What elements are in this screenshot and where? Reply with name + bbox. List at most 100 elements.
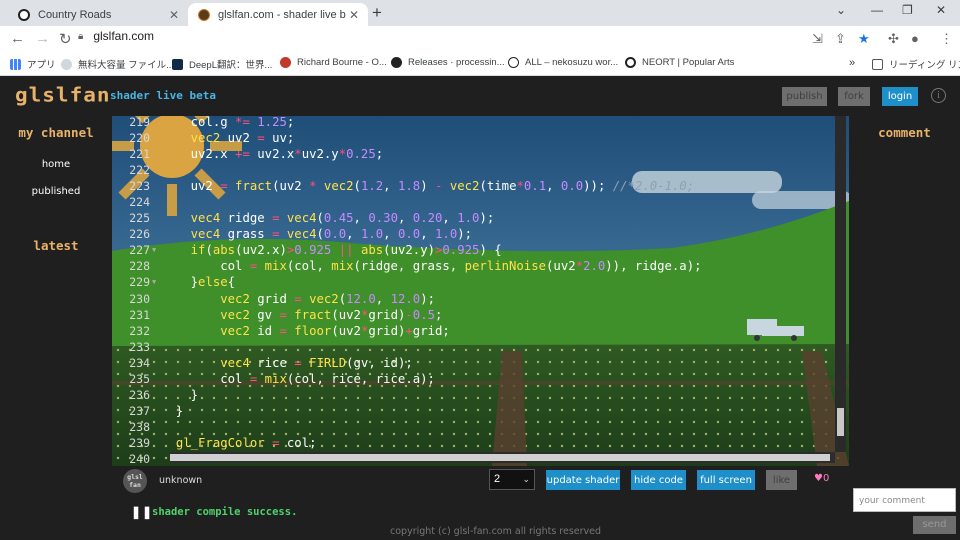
code-line[interactable]: 221 uv2.x += uv2.x*uv2.y*0.25; bbox=[112, 146, 834, 162]
site-icon bbox=[280, 57, 291, 68]
code-line[interactable]: 232 vec2 id = floor(uv2*grid)+grid; bbox=[112, 323, 834, 339]
info-icon[interactable]: i bbox=[931, 88, 946, 103]
code-line[interactable]: 229 ▼ }else{ bbox=[112, 274, 834, 290]
editor-horizontal-scrollbar[interactable] bbox=[170, 452, 835, 463]
maximize-button[interactable]: ❐ bbox=[902, 3, 913, 17]
line-number: 225 bbox=[129, 211, 150, 226]
code-line[interactable]: 239 gl_FragColor = col; bbox=[112, 435, 834, 451]
tab-strip: Country Roads ✕ glslfan.com - shader liv… bbox=[0, 0, 960, 26]
profile-icon[interactable]: ● bbox=[911, 31, 919, 46]
code-line[interactable]: 230 vec2 grid = vec2(12.0, 12.0); bbox=[112, 291, 834, 307]
share-icon[interactable]: ⇪ bbox=[835, 31, 846, 47]
line-number: 222 bbox=[129, 163, 150, 178]
hide-code-button[interactable]: hide code bbox=[631, 470, 686, 490]
code-line[interactable]: 219 col.g *= 1.25; bbox=[112, 116, 834, 130]
github-icon bbox=[391, 57, 402, 68]
code-text: } bbox=[161, 403, 184, 418]
copyright: copyright (c) glsl-fan.com all rights re… bbox=[390, 526, 602, 537]
bookmark-releases[interactable]: Releases · processin... bbox=[391, 57, 505, 68]
tab-search-icon[interactable]: ⌄ bbox=[836, 3, 846, 17]
shader-editor[interactable]: 219 col.g *= 1.25; 220 vec2 uv2 = uv; 221 … bbox=[112, 116, 849, 466]
code-line[interactable]: 220 vec2 uv2 = uv; bbox=[112, 130, 834, 146]
bookmark-file[interactable]: 無料大容量 ファイル... bbox=[61, 57, 174, 71]
site-logo[interactable]: glslfan bbox=[15, 84, 111, 107]
menu-icon[interactable]: ⋮ bbox=[940, 31, 953, 47]
avatar[interactable]: glsl fan bbox=[123, 469, 147, 493]
window-close-button[interactable]: ✕ bbox=[936, 3, 946, 17]
forward-icon[interactable]: → bbox=[35, 30, 50, 47]
code-line[interactable]: 226 vec4 grass = vec4(0.0, 1.0, 0.0, 1.0… bbox=[112, 226, 834, 242]
bookmarks-more-button[interactable]: » bbox=[849, 57, 855, 69]
bookmark-apps[interactable]: アプリ bbox=[10, 57, 56, 71]
latest-heading[interactable]: latest bbox=[0, 238, 112, 253]
tab-glslfan[interactable]: glslfan.com - shader live beta ✕ bbox=[188, 3, 368, 26]
code-line[interactable]: 238 bbox=[112, 419, 834, 435]
home-link[interactable]: home bbox=[0, 159, 112, 170]
update-shader-button[interactable]: update shader bbox=[546, 470, 620, 490]
reload-icon[interactable]: ↻ bbox=[59, 30, 72, 48]
select-value: 2 bbox=[494, 473, 501, 485]
code-line[interactable]: 225 vec4 ridge = vec4(0.45, 0.30, 0.20, … bbox=[112, 210, 834, 226]
line-number: 229 bbox=[129, 275, 150, 290]
line-number: 220 bbox=[129, 131, 150, 146]
code-line[interactable]: 234 vec4 rice = FIRLD(gv, id); bbox=[112, 355, 834, 371]
line-number: 221 bbox=[129, 147, 150, 162]
author-name[interactable]: unknown bbox=[159, 475, 202, 486]
extensions-icon[interactable]: ✣ bbox=[888, 31, 899, 47]
bookmark-label: アプリ bbox=[27, 60, 56, 71]
editor-vertical-scrollbar[interactable] bbox=[835, 116, 846, 452]
resolution-select[interactable]: 2 ⌄ bbox=[489, 469, 535, 490]
code-line[interactable]: 237 } bbox=[112, 403, 834, 419]
login-button[interactable]: login bbox=[882, 87, 918, 106]
new-tab-button[interactable]: + bbox=[372, 3, 382, 23]
code-line[interactable]: 228 col = mix(col, mix(ridge, grass, per… bbox=[112, 258, 834, 274]
lock-icon: 🔒︎ bbox=[78, 30, 84, 42]
bookmark-deepl[interactable]: DeepL翻訳：世界... bbox=[172, 57, 272, 71]
like-button[interactable]: like bbox=[766, 470, 797, 490]
code-line[interactable]: 235 col = mix(col, rice, rice.a); bbox=[112, 371, 834, 387]
full-screen-button[interactable]: full screen bbox=[697, 470, 755, 490]
code-area[interactable]: 219 col.g *= 1.25; 220 vec2 uv2 = uv; 221 … bbox=[112, 116, 834, 466]
code-line[interactable]: 233 bbox=[112, 339, 834, 355]
published-link[interactable]: published bbox=[0, 186, 112, 197]
fold-arrow-icon[interactable]: ▼ bbox=[152, 242, 156, 258]
bookmarks-bar: アプリ 無料大容量 ファイル... DeepL翻訳：世界... Richard … bbox=[0, 53, 960, 76]
line-number: 234 bbox=[129, 355, 150, 370]
glslfan-page: glslfan shader live beta publish fork lo… bbox=[0, 77, 960, 540]
code-text: vec2 gv = fract(uv2*grid)-0.5; bbox=[220, 307, 443, 322]
code-text: vec2 grid = vec2(12.0, 12.0); bbox=[220, 291, 435, 306]
scroll-thumb[interactable] bbox=[837, 408, 844, 436]
bookmark-richard-bourne[interactable]: Richard Bourne - O... bbox=[280, 57, 387, 68]
line-number: 232 bbox=[129, 323, 150, 338]
neort-icon bbox=[18, 8, 30, 21]
close-icon[interactable]: ✕ bbox=[166, 8, 182, 22]
code-text: col.g *= 1.25; bbox=[161, 116, 295, 129]
bookmark-nekosuzu[interactable]: ALL – nekosuzu wor... bbox=[508, 57, 618, 68]
back-icon[interactable]: ← bbox=[10, 30, 25, 47]
tab-country-roads[interactable]: Country Roads ✕ bbox=[8, 3, 188, 26]
close-icon[interactable]: ✕ bbox=[346, 8, 362, 22]
address-bar[interactable]: 🔒︎ glslfan.com bbox=[78, 29, 154, 43]
publish-button[interactable]: publish bbox=[782, 87, 827, 106]
fold-arrow-icon[interactable]: ▼ bbox=[152, 274, 156, 290]
code-text: vec4 grass = vec4(0.0, 1.0, 0.0, 1.0); bbox=[190, 227, 473, 242]
bookmark-label: ALL – nekosuzu wor... bbox=[525, 57, 619, 68]
code-line[interactable]: 236 } bbox=[112, 387, 834, 403]
send-button[interactable]: send bbox=[913, 516, 956, 534]
code-line[interactable]: 222 bbox=[112, 162, 834, 178]
scroll-thumb[interactable] bbox=[170, 454, 830, 461]
line-number: 236 bbox=[129, 387, 150, 402]
code-line[interactable]: 224 bbox=[112, 194, 834, 210]
reading-list-button[interactable]: リーディング リスト bbox=[872, 57, 960, 71]
minimize-button[interactable]: — bbox=[871, 3, 883, 17]
install-icon[interactable]: ⇲ bbox=[812, 31, 823, 47]
comment-input[interactable]: your comment bbox=[853, 488, 956, 512]
code-line[interactable]: 223 uv2 = fract(uv2 * vec2(1.2, 1.8) - v… bbox=[112, 178, 834, 194]
pause-icon[interactable]: ❚❚ bbox=[131, 505, 153, 519]
code-line[interactable]: 231 vec2 gv = fract(uv2*grid)-0.5; bbox=[112, 307, 834, 323]
star-icon[interactable]: ★ bbox=[858, 31, 870, 47]
code-line[interactable]: 227 ▼ if(abs(uv2.x)>0.925 || abs(uv2.y)>0… bbox=[112, 242, 834, 258]
fork-button[interactable]: fork bbox=[838, 87, 870, 106]
bookmark-neort[interactable]: NEORT | Popular Arts bbox=[625, 57, 734, 68]
code-text: vec4 rice = FIRLD(gv, id); bbox=[220, 355, 413, 370]
